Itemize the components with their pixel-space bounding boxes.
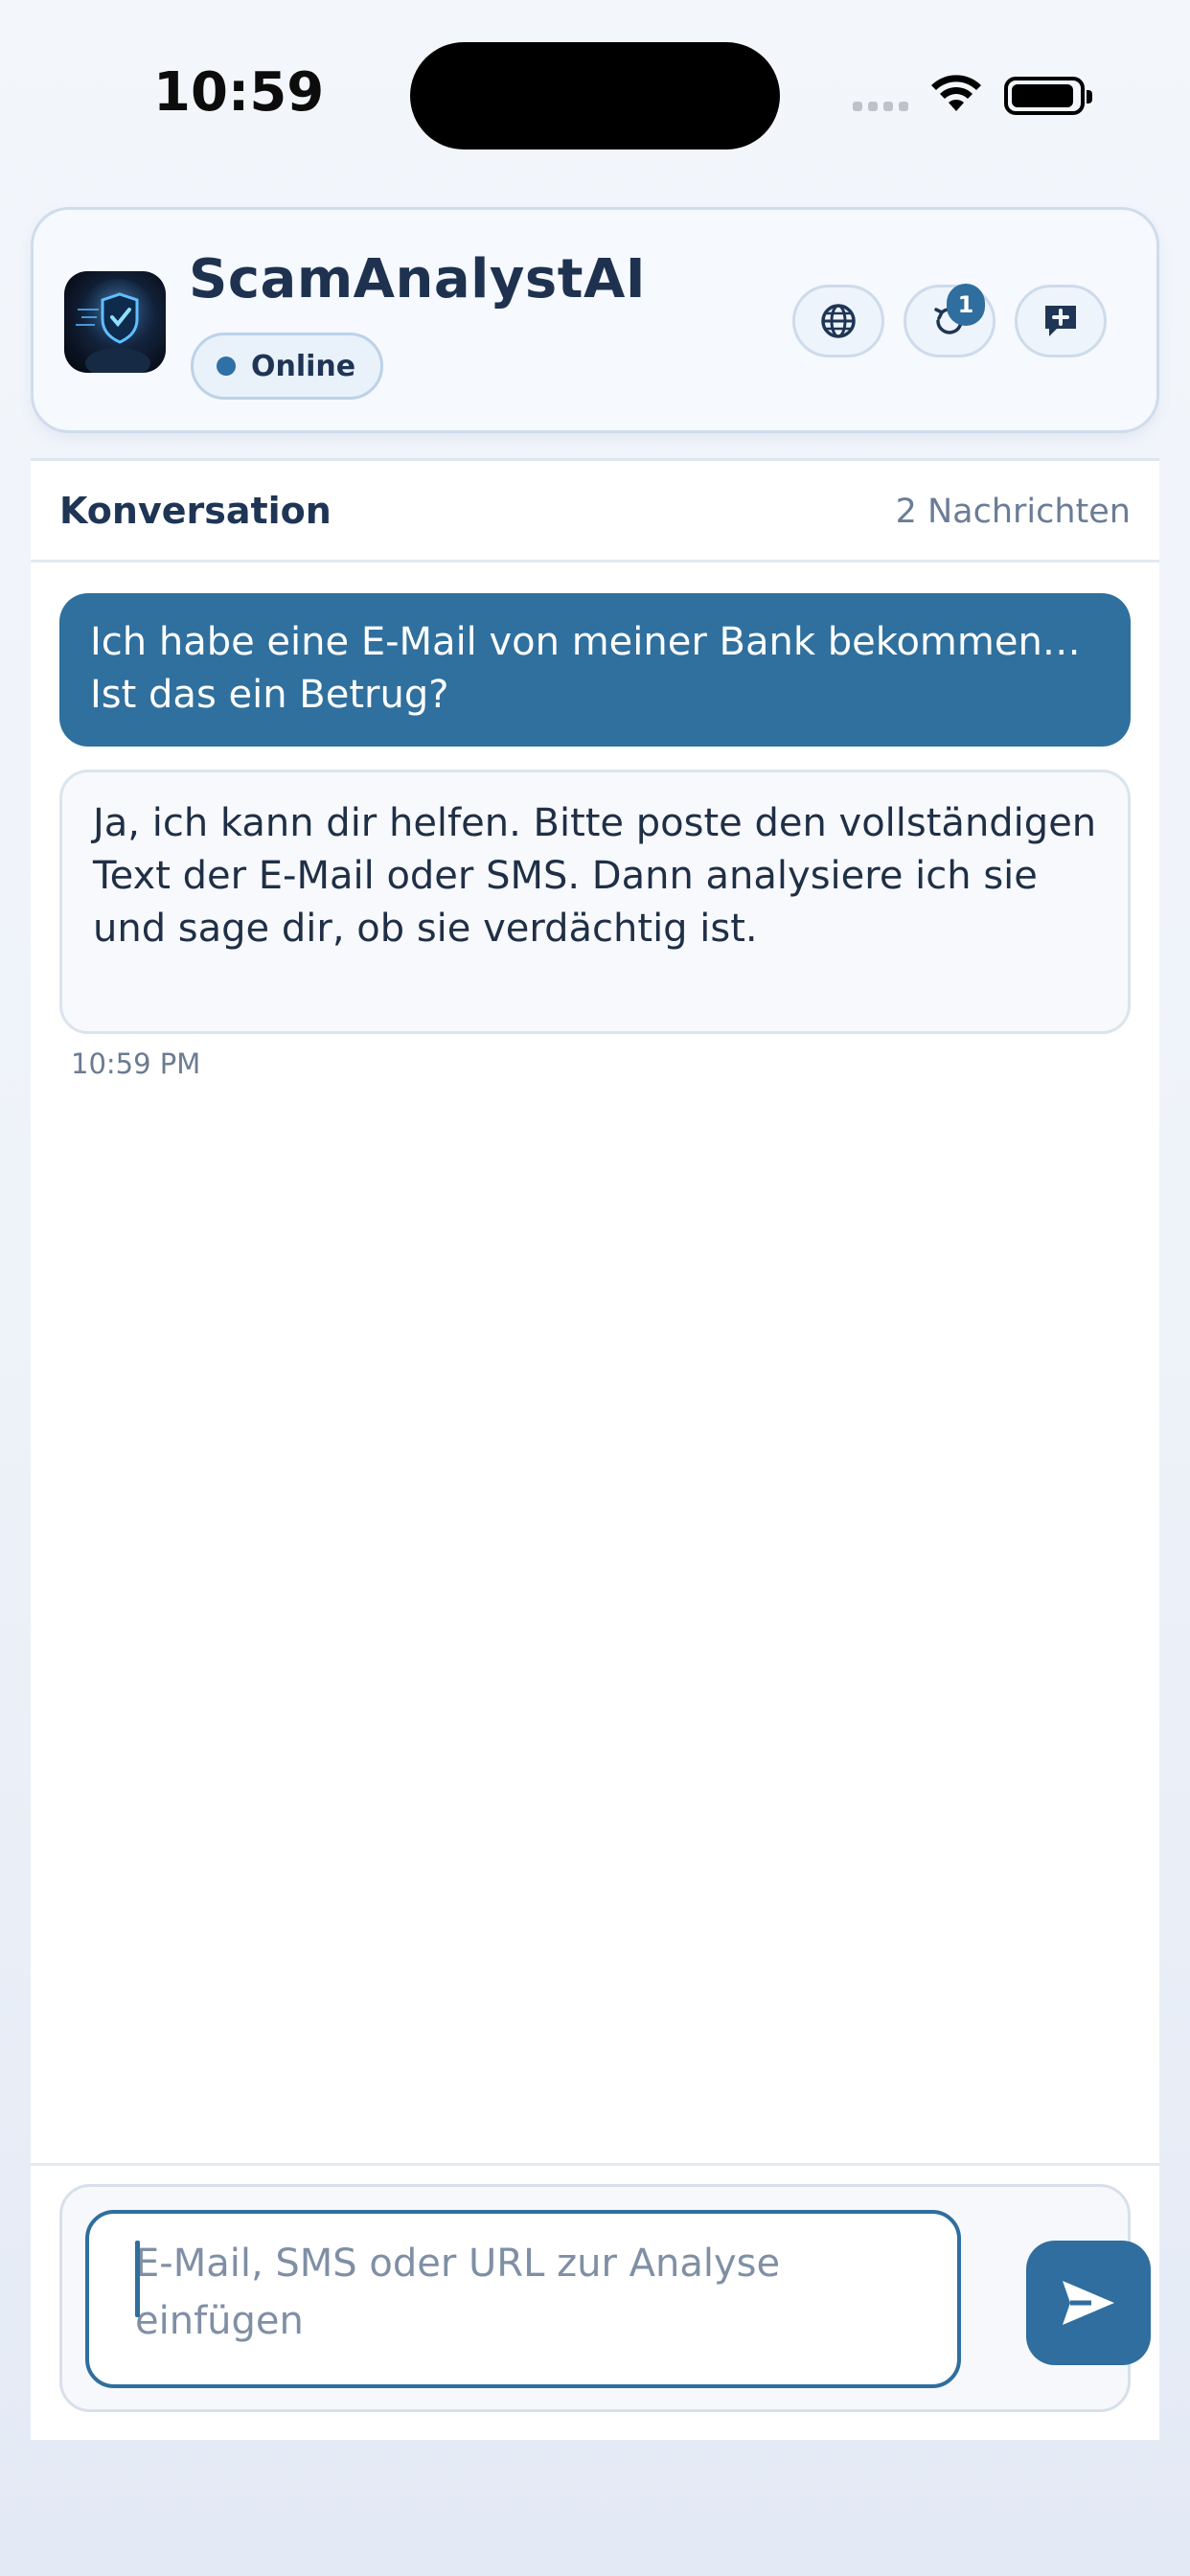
history-button[interactable]: 1 <box>904 284 995 357</box>
history-count-badge: 1 <box>947 284 985 326</box>
status-badge: Online <box>191 333 384 400</box>
chat-panel: Konversation 2 Nachrichten Ich habe eine… <box>31 458 1159 2440</box>
online-indicator-icon <box>217 356 236 376</box>
new-chat-button[interactable] <box>1015 285 1107 357</box>
cellular-signal-icon <box>853 102 908 111</box>
composer-divider <box>31 2163 1159 2166</box>
battery-icon <box>1004 77 1092 115</box>
status-label: Online <box>251 349 356 383</box>
app-logo <box>64 271 166 373</box>
app-title: ScamAnalystAI <box>189 248 647 310</box>
message-timestamp: 10:59 PM <box>71 1047 201 1080</box>
dynamic-island <box>410 42 780 150</box>
language-button[interactable] <box>792 285 884 357</box>
status-time: 10:59 <box>153 61 325 124</box>
status-bar: 10:59 <box>0 0 1190 192</box>
text-caret <box>135 2241 140 2317</box>
send-icon <box>1063 2281 1114 2325</box>
new-chat-icon <box>1045 306 1076 336</box>
message-composer: E-Mail, SMS oder URL zur Analyse einfüge… <box>59 2184 1151 2412</box>
conversation-title: Konversation <box>59 490 332 532</box>
send-button[interactable] <box>1026 2241 1151 2365</box>
conversation-header: Konversation 2 Nachrichten <box>31 461 1159 563</box>
assistant-message-bubble: Ja, ich kann dir helfen. Bitte poste den… <box>59 770 1131 1034</box>
app-header: ScamAnalystAI Online 1 <box>31 207 1159 433</box>
wifi-icon <box>931 75 981 111</box>
user-message-bubble: Ich habe eine E-Mail von meiner Bank bek… <box>59 593 1131 747</box>
message-input[interactable]: E-Mail, SMS oder URL zur Analyse einfüge… <box>85 2210 961 2388</box>
globe-icon <box>821 304 856 338</box>
message-count: 2 Nachrichten <box>895 493 1131 531</box>
